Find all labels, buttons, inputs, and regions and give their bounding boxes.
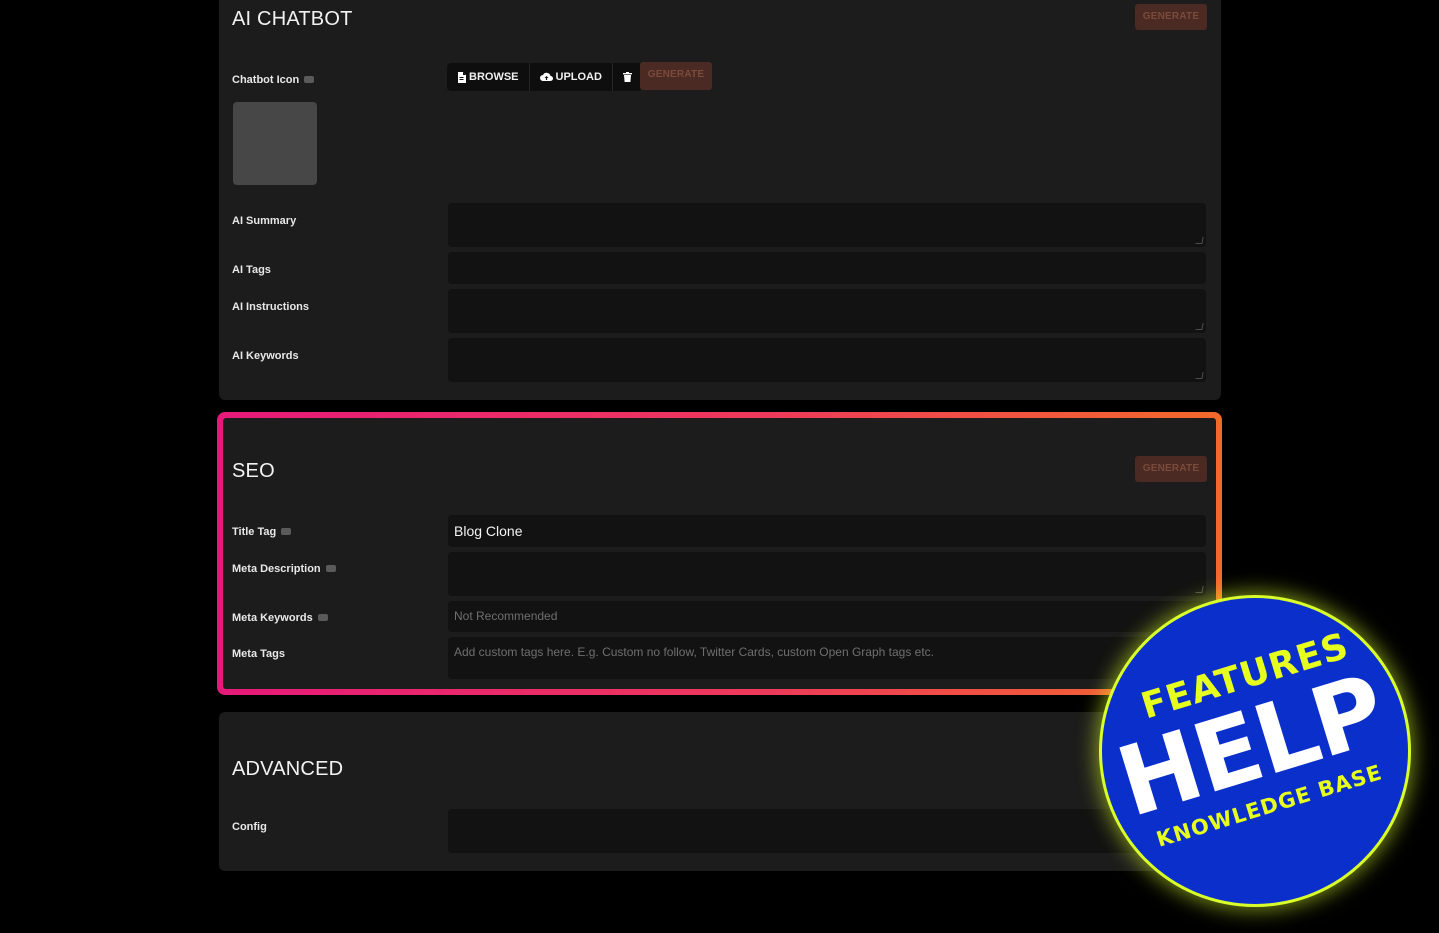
ai-tags-input[interactable] <box>448 252 1206 284</box>
video-help-icon[interactable] <box>317 613 328 621</box>
ai-summary-textarea[interactable] <box>448 203 1206 247</box>
icon-actions: BROWSE UPLOAD <box>447 63 642 91</box>
meta-keywords-placeholder: Not Recommended <box>454 609 558 623</box>
meta-description-label: Meta Description <box>232 563 336 575</box>
upload-label: UPLOAD <box>555 71 602 83</box>
meta-tags-label: Meta Tags <box>232 648 285 660</box>
title-tag-label: Title Tag <box>232 526 292 538</box>
meta-tags-placeholder: Add custom tags here. E.g. Custom no fol… <box>454 645 934 659</box>
title-tag-input[interactable]: Blog Clone <box>448 515 1206 547</box>
upload-button[interactable]: UPLOAD <box>529 63 613 91</box>
trash-icon <box>622 72 632 82</box>
seo-title: SEO <box>232 460 275 482</box>
ai-instructions-label: AI Instructions <box>232 301 310 313</box>
title-tag-label-text: Title Tag <box>232 526 277 538</box>
browse-label: BROWSE <box>469 71 519 83</box>
delete-button[interactable] <box>612 63 642 91</box>
ai-keywords-label: AI Keywords <box>232 350 299 362</box>
meta-keywords-label-text: Meta Keywords <box>232 612 313 624</box>
ai-instructions-textarea[interactable] <box>448 289 1206 333</box>
meta-keywords-label: Meta Keywords <box>232 612 328 624</box>
video-help-icon[interactable] <box>281 527 292 535</box>
features-help-badge: FEATURES HELP KNOWLEDGE BASE <box>1102 598 1408 904</box>
chatbot-icon-generate-button[interactable]: GENERATE <box>640 62 712 90</box>
browse-button[interactable]: BROWSE <box>447 63 530 91</box>
advanced-title: ADVANCED <box>232 758 344 780</box>
video-help-icon[interactable] <box>304 75 315 83</box>
ai-summary-label: AI Summary <box>232 215 297 227</box>
chatbot-icon-label: Chatbot Icon <box>232 74 315 86</box>
ai-chatbot-title: AI CHATBOT <box>232 8 353 30</box>
chatbot-icon-preview[interactable] <box>233 102 317 185</box>
config-label: Config <box>232 821 267 833</box>
config-textarea[interactable] <box>448 809 1206 853</box>
file-icon <box>458 71 466 83</box>
ai-keywords-textarea[interactable] <box>448 338 1206 382</box>
video-help-icon[interactable] <box>325 564 336 572</box>
meta-tags-textarea[interactable]: Add custom tags here. E.g. Custom no fol… <box>448 637 1206 679</box>
meta-keywords-input[interactable]: Not Recommended <box>448 601 1206 632</box>
chatbot-icon-label-text: Chatbot Icon <box>232 74 300 86</box>
meta-description-textarea[interactable] <box>448 552 1206 596</box>
meta-description-label-text: Meta Description <box>232 563 321 575</box>
seo-generate-button[interactable]: GENERATE <box>1135 456 1207 482</box>
ai-chatbot-generate-button[interactable]: GENERATE <box>1135 4 1207 30</box>
title-tag-value: Blog Clone <box>454 523 523 539</box>
cloud-upload-icon <box>539 72 553 81</box>
ai-tags-label: AI Tags <box>232 264 271 276</box>
